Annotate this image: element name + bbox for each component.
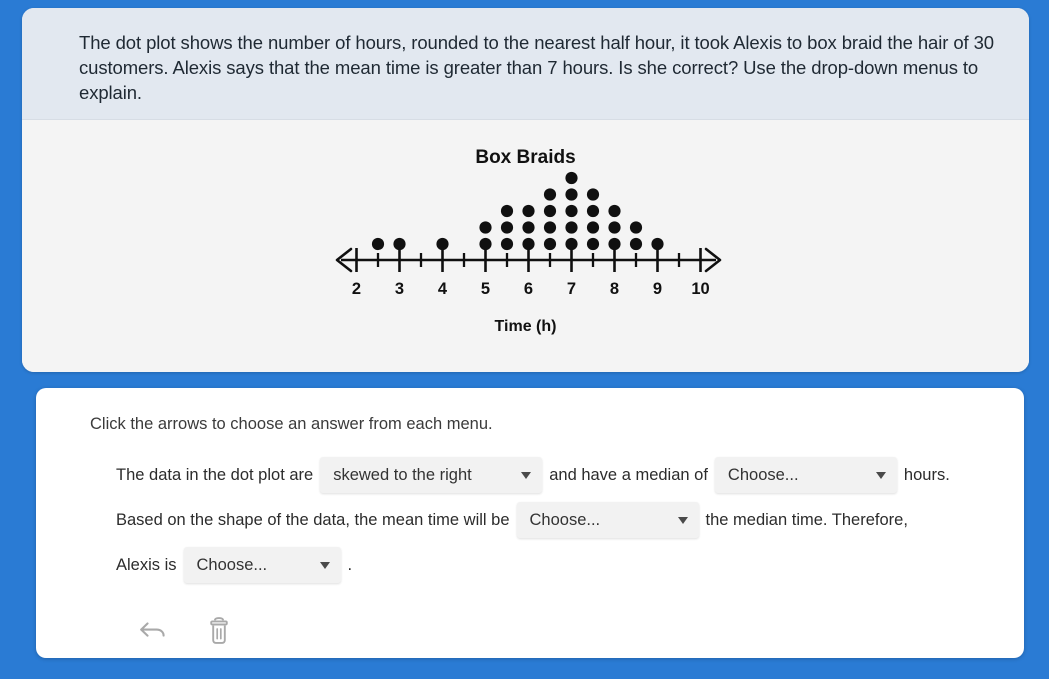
data-dot — [608, 221, 621, 234]
data-dot — [500, 204, 514, 218]
data-dot — [371, 237, 385, 251]
chevron-down-icon — [319, 561, 330, 569]
shape-dropdown-value: skewed to the right — [333, 465, 472, 484]
data-dot — [500, 237, 514, 251]
mean-comparison-dropdown-value: Choose... — [529, 510, 601, 529]
data-dot — [522, 221, 535, 234]
answer-card: Click the arrows to choose an answer fro… — [36, 388, 1024, 658]
data-dot — [608, 237, 621, 251]
answer-line-3: Alexis is Choose... . — [116, 546, 996, 584]
conclusion-dropdown-value: Choose... — [196, 555, 268, 574]
data-dot — [651, 237, 664, 251]
data-dot — [565, 204, 578, 218]
x-tick-label: 4 — [438, 280, 448, 298]
data-dot — [586, 188, 600, 201]
data-dot — [479, 237, 492, 251]
chevron-down-icon — [521, 471, 532, 479]
data-dot — [629, 221, 643, 234]
line2-post-text: the median time. Therefore, — [705, 510, 908, 529]
question-card: The dot plot shows the number of hours, … — [22, 8, 1029, 372]
x-tick-label: 5 — [481, 280, 490, 298]
data-dot — [500, 221, 514, 234]
data-dot — [586, 237, 600, 251]
conclusion-dropdown[interactable]: Choose... — [183, 547, 341, 583]
x-tick-label: 2 — [352, 280, 361, 298]
data-dot — [565, 188, 578, 201]
data-dot — [543, 237, 557, 251]
line1-post-text: hours. — [903, 465, 950, 484]
chevron-down-icon — [677, 516, 688, 524]
dot-plot-chart: Box Braids 2 3 4 5 6 7 8 9 10 Time (h) — [22, 120, 1029, 372]
data-dot — [543, 188, 557, 201]
undo-arrow-icon — [140, 622, 165, 637]
mean-comparison-dropdown[interactable]: Choose... — [516, 502, 699, 538]
median-dropdown-value: Choose... — [727, 465, 799, 484]
chevron-down-icon — [875, 471, 886, 479]
data-dot — [565, 171, 578, 185]
x-tick-label: 3 — [395, 280, 404, 298]
data-dot — [479, 221, 492, 234]
tool-buttons — [136, 614, 996, 648]
x-tick-label: 8 — [610, 280, 619, 298]
line3-pre-text: Alexis is — [116, 555, 177, 574]
trash-can-icon — [210, 617, 228, 644]
prompt-panel: The dot plot shows the number of hours, … — [22, 8, 1029, 120]
answer-line-2: Based on the shape of the data, the mean… — [116, 501, 996, 539]
data-dot — [565, 221, 578, 234]
shape-dropdown[interactable]: skewed to the right — [320, 457, 543, 493]
instruction-text: Click the arrows to choose an answer fro… — [90, 415, 493, 433]
x-tick-label: 10 — [691, 280, 709, 298]
data-dot — [586, 204, 600, 218]
data-dot — [436, 237, 449, 251]
data-dot — [393, 237, 406, 251]
line3-post-text: . — [347, 555, 353, 574]
undo-button[interactable] — [136, 614, 170, 648]
line1-pre-text: The data in the dot plot are — [116, 465, 314, 484]
data-dot — [565, 237, 578, 251]
prompt-text: The dot plot shows the number of hours, … — [79, 32, 994, 103]
data-dot — [522, 237, 535, 251]
answer-sentences: The data in the dot plot are skewed to t… — [54, 456, 996, 584]
x-tick-label: 7 — [567, 280, 576, 298]
line2-pre-text: Based on the shape of the data, the mean… — [116, 510, 510, 529]
line1-mid-text: and have a median of — [549, 465, 708, 484]
data-dot — [608, 204, 621, 218]
data-dot — [543, 204, 557, 218]
x-tick-label: 9 — [653, 280, 662, 298]
chart-x-axis-label: Time (h) — [494, 318, 557, 335]
delete-button[interactable] — [202, 614, 236, 648]
data-dot — [586, 221, 600, 234]
data-dot — [522, 204, 535, 218]
median-dropdown[interactable]: Choose... — [714, 457, 897, 493]
answer-line-1: The data in the dot plot are skewed to t… — [116, 456, 996, 494]
data-dot — [543, 221, 557, 234]
data-dot — [629, 237, 643, 251]
x-tick-label: 6 — [524, 280, 533, 298]
